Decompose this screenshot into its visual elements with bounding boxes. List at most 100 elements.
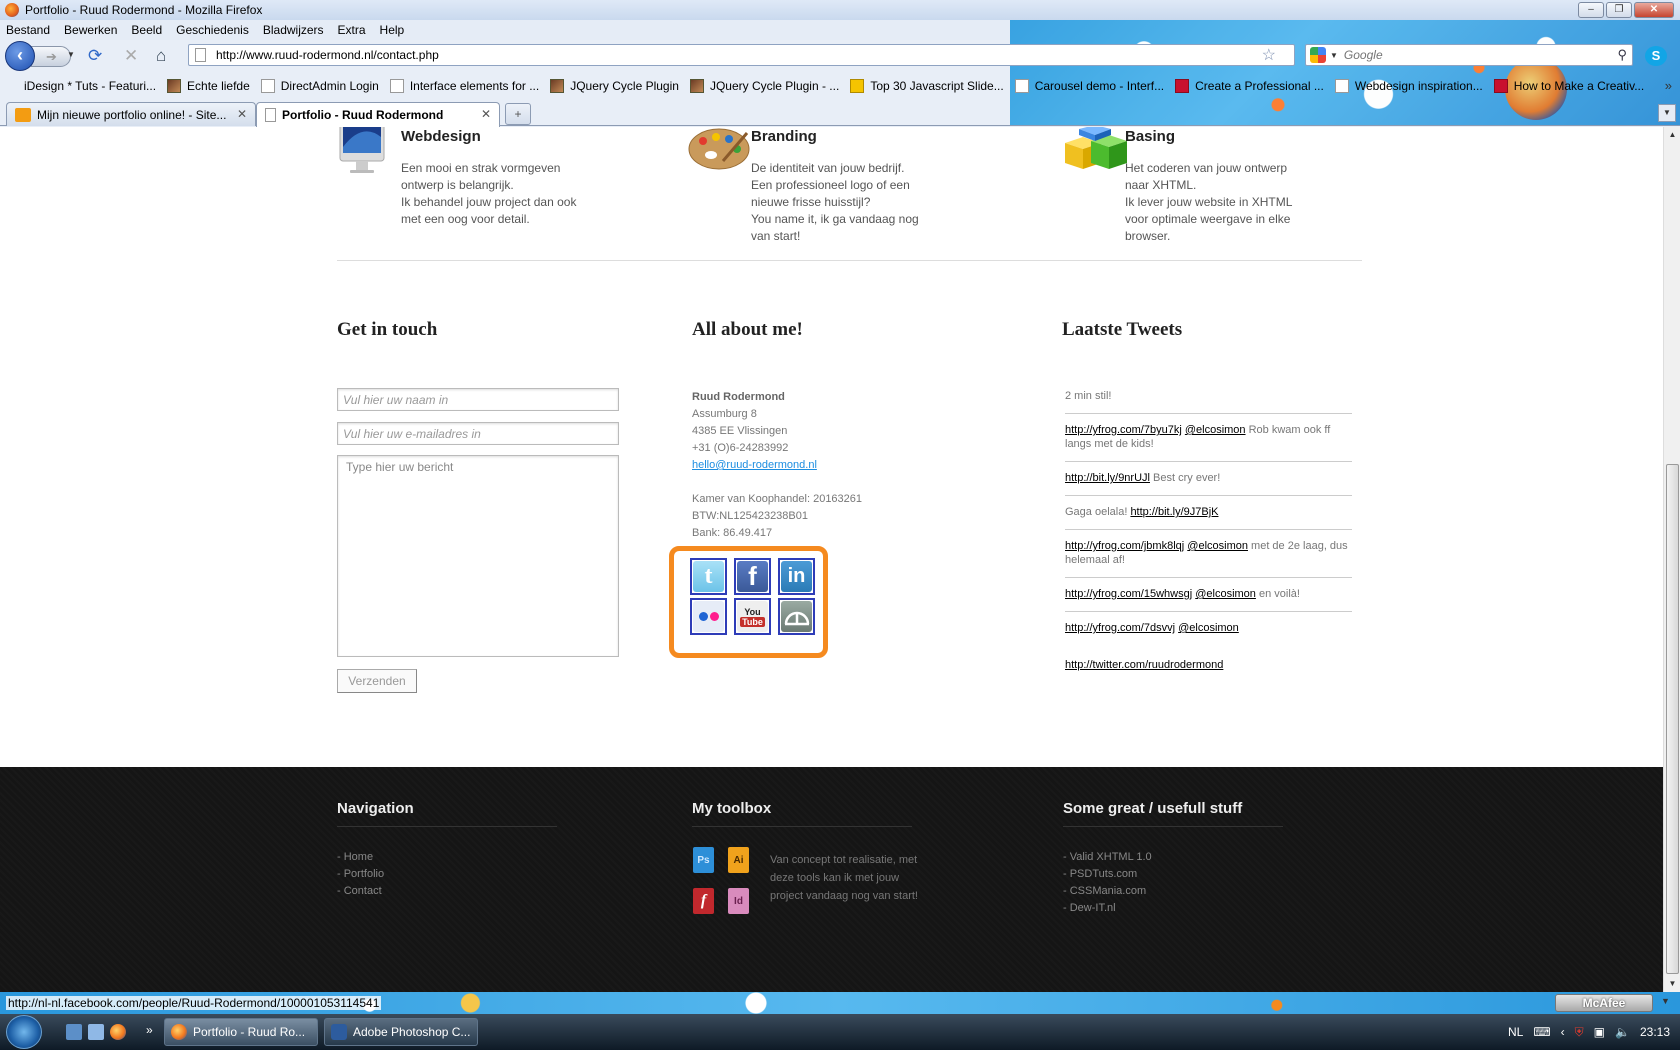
bookmark-item[interactable]: iDesign * Tuts - Featuri... (24, 79, 156, 93)
footer-stuff-title: Some great / usefull stuff (1063, 800, 1243, 817)
minimize-button[interactable]: – (1578, 2, 1604, 18)
close-window-button[interactable]: ✕ (1634, 2, 1674, 18)
bookmark-item[interactable]: Webdesign inspiration... (1334, 79, 1483, 93)
keyboard-icon[interactable]: ⌨ (1533, 1025, 1550, 1039)
footer-link-contact[interactable]: - Contact (337, 883, 384, 900)
url-text[interactable]: http://www.ruud-rodermond.nl/contact.php (216, 48, 1262, 62)
search-icon[interactable]: ⚲ (1617, 47, 1627, 63)
bookmark-item[interactable]: DirectAdmin Login (260, 79, 379, 93)
name-input[interactable] (337, 388, 619, 411)
forward-button[interactable]: ➔ (31, 46, 71, 67)
quicklaunch-more-icon[interactable]: » (146, 1023, 153, 1037)
menu-beeld[interactable]: Beeld (131, 23, 162, 37)
tweet-link[interactable]: http://bit.ly/9nrUJl (1065, 472, 1150, 484)
history-dropdown-icon[interactable]: ▼ (67, 50, 75, 59)
v-favicon-icon (850, 79, 865, 93)
tweet-user-link[interactable]: @elcosimon (1187, 540, 1248, 552)
flickr-link[interactable] (690, 598, 727, 635)
tab-list-dropdown-icon[interactable]: ▼ (1658, 104, 1676, 122)
google-icon[interactable] (1310, 47, 1326, 63)
address-bar[interactable]: http://www.ruud-rodermond.nl/contact.php… (188, 44, 1295, 66)
footer-stuff-list: - Valid XHTML 1.0 - PSDTuts.com - CSSMan… (1063, 849, 1152, 917)
youtube-link[interactable]: You Tube (734, 598, 771, 635)
tweet-link[interactable]: http://yfrog.com/7dsvvj (1065, 622, 1175, 634)
bookmark-item[interactable]: JQuery Cycle Plugin - ... (689, 79, 839, 93)
deviantart-link[interactable] (778, 598, 815, 635)
menu-bladwijzers[interactable]: Bladwijzers (263, 23, 324, 37)
tweet-user-link[interactable]: @elcosimon (1195, 588, 1256, 600)
close-tab-icon[interactable]: ✕ (481, 107, 491, 121)
scrollbar-thumb[interactable] (1666, 464, 1679, 974)
tab-portfolio-announcement[interactable]: Mijn nieuwe portfolio online! - Site... … (6, 102, 256, 126)
email-input[interactable] (337, 422, 619, 445)
search-engine-dropdown-icon[interactable]: ▼ (1330, 51, 1338, 60)
clock[interactable]: 23:13 (1640, 1025, 1670, 1039)
maximize-button[interactable]: ❐ (1606, 2, 1632, 18)
menu-bestand[interactable]: Bestand (6, 23, 50, 37)
windows-taskbar: » Portfolio - Ruud Ro... Adobe Photoshop… (0, 1014, 1680, 1050)
send-button[interactable]: Verzenden (337, 669, 417, 693)
footer-link-portfolio[interactable]: - Portfolio (337, 866, 384, 883)
tweet-link[interactable]: http://yfrog.com/7byu7kj (1065, 424, 1182, 436)
footer-link-home[interactable]: - Home (337, 849, 384, 866)
footer-link-cssmania[interactable]: - CSSMania.com (1063, 883, 1152, 900)
footer-link-psdtuts[interactable]: - PSDTuts.com (1063, 866, 1152, 883)
bookmark-item[interactable]: Interface elements for ... (389, 79, 539, 93)
about-email-link[interactable]: hello@ruud-rodermond.nl (692, 459, 817, 471)
menu-bar: Bestand Bewerken Beeld Geschiedenis Blad… (0, 20, 1010, 40)
menu-help[interactable]: Help (380, 23, 405, 37)
language-indicator[interactable]: NL (1508, 1025, 1523, 1039)
home-icon[interactable]: ⌂ (156, 46, 166, 66)
facebook-link[interactable]: f (734, 558, 771, 595)
show-desktop-icon[interactable] (66, 1024, 82, 1040)
mcafee-tray-icon[interactable]: ⛨ (1575, 1025, 1584, 1040)
reload-icon[interactable]: ⟳ (88, 46, 102, 66)
bookmark-item[interactable]: Echte liefde (167, 79, 250, 93)
tray-expand-icon[interactable]: ‹ (1561, 1025, 1565, 1039)
menu-bewerken[interactable]: Bewerken (64, 23, 117, 37)
footer-link-dew-it[interactable]: - Dew-IT.nl (1063, 900, 1152, 917)
footer-link-valid-xhtml[interactable]: - Valid XHTML 1.0 (1063, 849, 1152, 866)
facebook-icon: f (737, 561, 768, 592)
start-button[interactable] (6, 1015, 42, 1049)
message-textarea[interactable] (337, 455, 619, 657)
bookmark-item[interactable]: JQuery Cycle Plugin (550, 79, 679, 93)
scroll-down-icon[interactable]: ▼ (1664, 976, 1680, 992)
page-scrollbar[interactable]: ▲ ▼ (1663, 127, 1680, 992)
linkedin-link[interactable]: in (778, 558, 815, 595)
search-bar[interactable]: ▼ ⚲ (1305, 44, 1633, 66)
close-tab-icon[interactable]: ✕ (237, 107, 247, 121)
about-details: Ruud Rodermond Assumburg 8 4385 EE Vliss… (692, 389, 862, 542)
menu-extra[interactable]: Extra (338, 23, 366, 37)
bookmark-item[interactable]: Top 30 Javascript Slide... (850, 79, 1004, 93)
taskbar-firefox-window[interactable]: Portfolio - Ruud Ro... (164, 1018, 318, 1046)
tweet-user-link[interactable]: @elcosimon (1178, 622, 1239, 634)
twitter-link[interactable]: t (690, 558, 727, 595)
tweet-user-link[interactable]: @elcosimon (1185, 424, 1246, 436)
menu-geschiedenis[interactable]: Geschiedenis (176, 23, 249, 37)
bookmarks-overflow-icon[interactable]: » (1665, 78, 1672, 93)
new-tab-button[interactable]: + (505, 103, 531, 125)
skype-icon[interactable]: S (1645, 46, 1667, 66)
bookmark-item[interactable]: Create a Professional ... (1175, 79, 1324, 93)
volume-icon[interactable]: 🔈 (1615, 1025, 1630, 1039)
tweet-link[interactable]: http://yfrog.com/15whwsgj (1065, 588, 1192, 600)
back-button[interactable]: ‹ (5, 41, 35, 71)
firefox-quicklaunch-icon[interactable] (110, 1024, 126, 1040)
twitter-profile-link[interactable]: http://twitter.com/ruudrodermond (1065, 658, 1352, 672)
stop-icon[interactable]: ✕ (124, 46, 138, 66)
tab-portfolio-ruud[interactable]: Portfolio - Ruud Rodermond ✕ (256, 102, 500, 127)
taskbar-photoshop-window[interactable]: Adobe Photoshop C... (324, 1018, 478, 1046)
mcafee-badge[interactable]: McAfee (1555, 994, 1653, 1012)
bookmark-item[interactable]: Carousel demo - Interf... (1014, 79, 1164, 93)
bookmark-star-icon[interactable]: ☆ (1262, 45, 1276, 65)
search-input[interactable] (1343, 48, 1618, 62)
switch-windows-icon[interactable] (88, 1024, 104, 1040)
tweet-link[interactable]: http://yfrog.com/jbmk8lqj (1065, 540, 1184, 552)
tweet-link[interactable]: http://bit.ly/9J7BjK (1130, 506, 1218, 518)
bookmark-item[interactable]: How to Make a Creativ... (1493, 79, 1644, 93)
status-dropdown-icon[interactable]: ▼ (1661, 996, 1670, 1006)
service-line: naar XHTML. (1125, 178, 1197, 192)
scroll-up-icon[interactable]: ▲ (1664, 127, 1680, 143)
network-icon[interactable]: ▣ (1594, 1025, 1605, 1039)
